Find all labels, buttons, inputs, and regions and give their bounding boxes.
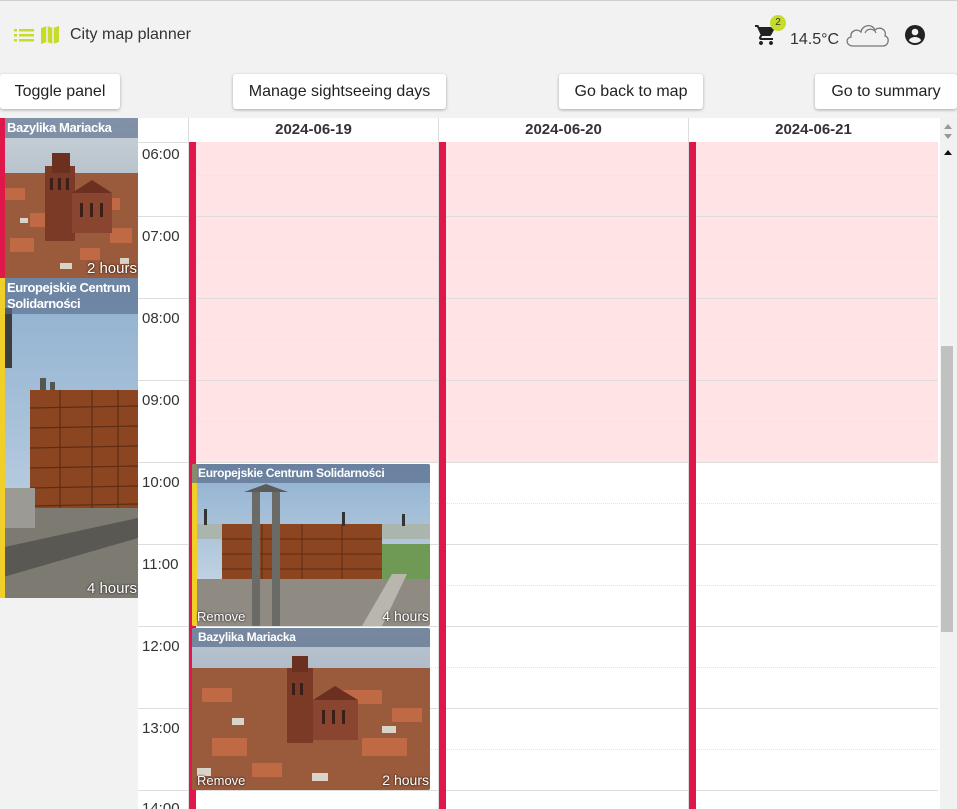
half-hour-line: [188, 421, 938, 422]
account-circle-icon[interactable]: [903, 23, 927, 52]
map-icon: [40, 25, 60, 50]
church-photo: [0, 118, 138, 278]
attraction-color-bar: [0, 278, 5, 598]
time-label: 13:00: [142, 720, 180, 737]
half-hour-line: [188, 175, 938, 176]
scheduled-event[interactable]: Europejskie Centrum Solidarności Remove …: [192, 464, 430, 626]
calendar-header: 2024-06-19 2024-06-20 2024-06-21: [138, 118, 938, 143]
attraction-title: Europejskie Centrum Solidarności: [5, 278, 138, 314]
time-label: 09:00: [142, 392, 180, 409]
toggle-panel-button[interactable]: Toggle panel: [0, 74, 120, 109]
hour-line: [138, 790, 938, 791]
panel-attraction-card[interactable]: Bazylika Mariacka 2 hours: [0, 118, 138, 278]
time-label: 11:00: [142, 556, 179, 573]
day-header: 2024-06-21: [688, 118, 938, 142]
remove-event-link[interactable]: Remove: [197, 773, 245, 788]
attraction-duration: 2 hours: [86, 260, 137, 277]
cart-count-badge: 2: [770, 15, 786, 31]
hour-line: [138, 380, 938, 381]
go-to-summary-button[interactable]: Go to summary: [815, 74, 957, 109]
go-back-to-map-button[interactable]: Go back to map: [559, 74, 703, 109]
manage-sightseeing-days-button[interactable]: Manage sightseeing days: [233, 74, 446, 109]
panel-attraction-card[interactable]: Europejskie Centrum Solidarności 4 hours: [0, 278, 138, 598]
scroll-down-arrow-icon[interactable]: [944, 134, 952, 139]
time-label: 06:00: [142, 146, 180, 163]
time-label: 08:00: [142, 310, 180, 327]
cloud-icon: [843, 19, 891, 54]
day-column-bar: [689, 142, 696, 809]
scroll-up-icon[interactable]: [944, 150, 952, 155]
half-hour-line: [188, 339, 938, 340]
attraction-duration: 4 hours: [86, 580, 137, 597]
scrollbar-thumb[interactable]: [941, 346, 953, 632]
time-label: 07:00: [142, 228, 180, 245]
time-grid: 06:00 07:00 08:00 09:00 10:00 11:00 12:0…: [138, 142, 938, 809]
museum-photo: [0, 278, 138, 598]
day-header: 2024-06-19: [188, 118, 438, 142]
time-label: 12:00: [142, 638, 180, 655]
attraction-title: Bazylika Mariacka: [5, 118, 138, 138]
time-label: 10:00: [142, 474, 180, 491]
event-title: Bazylika Mariacka: [192, 628, 430, 647]
day-header: 2024-06-20: [438, 118, 688, 142]
time-label: 14:00: [142, 800, 180, 809]
church-photo: [192, 628, 430, 790]
event-color-bar: [192, 464, 197, 626]
schedule-calendar: 2024-06-19 2024-06-20 2024-06-21 06:00 0…: [138, 118, 940, 809]
hour-line: [138, 216, 938, 217]
app-logo[interactable]: [14, 25, 60, 50]
app-title: City map planner: [70, 26, 191, 43]
event-duration: 4 hours: [382, 608, 429, 624]
half-hour-line: [188, 257, 938, 258]
remove-event-link[interactable]: Remove: [197, 609, 245, 624]
event-duration: 2 hours: [382, 772, 429, 788]
museum-photo: [192, 464, 430, 626]
attractions-panel: Bazylika Mariacka 2 hours Europejskie Ce…: [0, 118, 138, 809]
temperature: 14.5°C: [790, 31, 840, 48]
hour-line: [138, 462, 938, 463]
day-column-bar: [439, 142, 446, 809]
unavailable-hours: [188, 142, 938, 462]
list-icon[interactable]: [14, 27, 34, 48]
hour-line: [138, 626, 938, 627]
scroll-up-arrow-icon[interactable]: [944, 124, 952, 129]
scheduled-event[interactable]: Bazylika Mariacka Remove 2 hours: [192, 628, 430, 790]
top-bar: City map planner 2 14.5°C: [0, 0, 957, 69]
attraction-color-bar: [0, 118, 5, 278]
hour-line: [138, 298, 938, 299]
event-title: Europejskie Centrum Solidarności: [192, 464, 430, 483]
